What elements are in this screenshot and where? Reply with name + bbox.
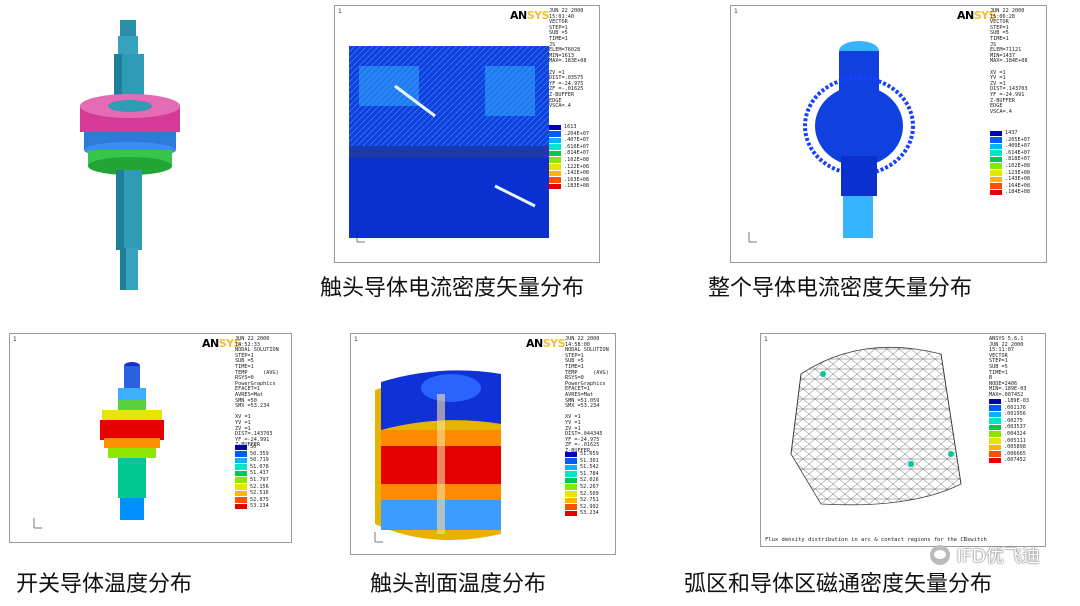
color-legend: 50 50.359 50.719 51.078 51.437 51.797 52… [235,444,287,510]
panel-flux-density: 1 ANSYS 5.6.1 JUN 22 2000 15:11:07 VECTO… [760,333,1046,547]
wechat-icon [930,545,951,565]
caption-flux-density: 弧区和导体区磁通密度矢量分布 [684,572,993,597]
solution-info: JUN 22 2000 14:52:33 NODAL SOLUTION STEP… [235,336,279,449]
color-legend: 51.059 51.301 51.542 51.784 52.026 52.26… [565,451,611,517]
panel-contact-current-density: 1 ANSYS JUN 22 2000 15:01:40 VECTOR STEP… [334,5,600,263]
color-legend: 1613 .204E+07 .407E+07 .610E+07 .814E+07… [549,124,595,190]
panel-conductor-current-density: 1 ANSYS JUN 22 2000 15:06:28 VECTOR STEP… [730,5,1047,263]
panel-3d-model [60,10,210,300]
ansys-logo: ANSYS [523,337,567,350]
caption-conductor-current-density: 整个导体电流密度矢量分布 [708,276,973,301]
solution-info: JUN 22 2000 15:01:40 VECTOR STEP=1 SUB =… [549,8,587,110]
ansys-logo: ANSYS [507,9,551,22]
caption-contact-section-temperature: 触头剖面温度分布 [370,572,547,597]
panel-contact-section-temperature: 1 ANSYS JUN 22 2000 14:58:00 NODAL SOLUT… [350,333,616,555]
solution-info: ANSYS 5.6.1 JUN 22 2000 15:11:07 VECTOR … [989,336,1027,398]
solution-info: JUN 22 2000 14:58:00 NODAL SOLUTION STEP… [565,336,609,454]
caption-contact-current-density: 触头导体电流密度矢量分布 [320,276,585,301]
caption-switch-temperature: 开关导体温度分布 [16,572,193,597]
shaft-model-image [80,20,180,290]
solution-info: JUN 22 2000 15:06:28 VECTOR STEP=1 SUB =… [990,8,1028,115]
color-legend: 1437 .205E+07 .409E+07 .614E+07 .818E+07… [990,130,1042,196]
panel-switch-temperature: 1 ANSYS JUN 22 2000 14:52:33 NODAL SOLUT… [9,333,292,543]
color-legend: .189E-03 .001176 .001956 .00275 .003537 … [989,398,1041,464]
watermark-text: IFD优飞迪 [956,546,1040,567]
watermark: IFD优飞迪 [930,542,1040,568]
